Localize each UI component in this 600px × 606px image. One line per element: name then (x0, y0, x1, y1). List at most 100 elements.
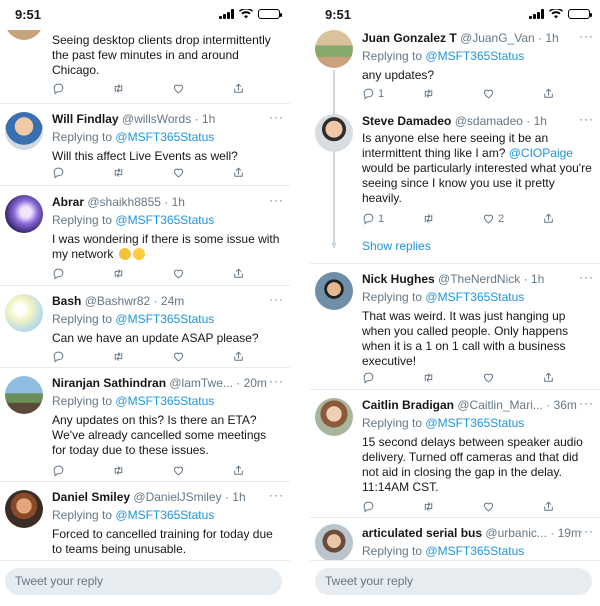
author-handle[interactable]: @urbanic... (485, 526, 547, 540)
author-handle[interactable]: @shaikh8855 (87, 195, 161, 209)
like-button[interactable] (172, 267, 185, 280)
author-handle[interactable]: @Caitlin_Mari... (457, 398, 543, 412)
reply-button[interactable] (52, 464, 65, 477)
author-name[interactable]: Will Findlay (52, 112, 119, 126)
avatar[interactable] (315, 30, 353, 68)
more-icon[interactable]: ··· (269, 488, 284, 502)
more-icon[interactable]: ··· (579, 30, 594, 43)
retweet-button[interactable] (112, 82, 125, 95)
share-button[interactable] (542, 371, 555, 384)
avatar[interactable] (315, 398, 353, 436)
reply-input[interactable]: Tweet your reply (5, 568, 282, 595)
author-handle[interactable]: @TheNerdNick (438, 272, 520, 286)
more-icon[interactable]: ··· (579, 396, 594, 410)
tweet[interactable]: Nick Hughes @TheNerdNick · 1h Replying t… (310, 264, 600, 390)
reply-button[interactable] (52, 350, 65, 363)
retweet-button[interactable] (112, 267, 125, 280)
like-button[interactable] (172, 82, 185, 95)
author-name[interactable]: Caitlin Bradigan (362, 398, 454, 412)
retweet-button[interactable] (112, 350, 125, 363)
more-icon[interactable]: ··· (269, 374, 284, 388)
tweet[interactable]: Daniel Smiley @DanielJSmiley · 1h Replyi… (0, 482, 290, 560)
author-handle[interactable]: @lamTwe... (169, 376, 233, 390)
tweet[interactable]: Abrar @shaikh8855 · 1h Replying to @MSFT… (0, 186, 290, 286)
more-icon[interactable]: ··· (269, 110, 284, 124)
reply-button[interactable] (52, 82, 65, 95)
like-button[interactable] (482, 500, 495, 513)
avatar[interactable] (315, 524, 353, 560)
replying-handle[interactable]: @MSFT365Status (115, 213, 214, 227)
replying-handle[interactable]: @MSFT365Status (115, 312, 214, 326)
like-button[interactable]: 2 (482, 212, 504, 225)
avatar[interactable] (5, 294, 43, 332)
tweet[interactable]: Caitlin Bradigan @Caitlin_Mari... · 36m … (310, 390, 600, 518)
avatar[interactable] (5, 30, 43, 40)
reply-button[interactable] (362, 371, 375, 384)
avatar[interactable] (315, 272, 353, 310)
share-button[interactable] (232, 464, 245, 477)
tweet[interactable]: articulated serial bus @urbanic... · 19m… (310, 518, 600, 560)
author-handle[interactable]: @Bashwr82 (85, 294, 151, 308)
more-icon[interactable]: ··· (579, 112, 594, 126)
reply-button[interactable] (52, 166, 65, 179)
like-button[interactable] (172, 166, 185, 179)
more-icon[interactable]: ··· (269, 292, 284, 306)
tweet[interactable]: Steve Damadeo @sdamadeo · 1h Is anyone e… (310, 106, 600, 230)
replying-handle[interactable]: @MSFT365Status (425, 544, 524, 558)
author-name[interactable]: Daniel Smiley (52, 490, 130, 504)
avatar[interactable] (5, 376, 43, 414)
reply-button[interactable] (362, 500, 375, 513)
share-button[interactable] (232, 166, 245, 179)
share-button[interactable] (232, 350, 245, 363)
author-handle[interactable]: @DanielJSmiley (133, 490, 221, 504)
tweet[interactable]: Juan Gonzalez T @JuanG_Van · 1h Replying… (310, 30, 600, 106)
share-button[interactable] (542, 212, 555, 225)
tweet[interactable]: Niranjan Sathindran @lamTwe... · 20m Rep… (0, 368, 290, 482)
author-name[interactable]: Juan Gonzalez T (362, 31, 457, 45)
like-button[interactable] (172, 350, 185, 363)
author-handle[interactable]: @willsWords (122, 112, 191, 126)
tweet[interactable]: Bash @Bashwr82 · 24m Replying to @MSFT36… (0, 286, 290, 368)
share-button[interactable] (232, 267, 245, 280)
author-name[interactable]: articulated serial bus (362, 526, 482, 540)
retweet-button[interactable] (422, 500, 435, 513)
avatar[interactable] (5, 112, 43, 150)
author-name[interactable]: Nick Hughes (362, 272, 435, 286)
reply-button[interactable]: 1 (362, 212, 384, 225)
author-handle[interactable]: @sdamadeo (455, 114, 523, 128)
show-replies-link[interactable]: Show replies (362, 239, 431, 253)
reply-input[interactable]: Tweet your reply (315, 568, 592, 595)
replying-handle[interactable]: @MSFT365Status (115, 130, 214, 144)
author-name[interactable]: Bash (52, 294, 81, 308)
like-button[interactable] (482, 371, 495, 384)
replying-handle[interactable]: @MSFT365Status (115, 394, 214, 408)
tweet[interactable]: Seeing desktop clients drop intermittent… (0, 30, 290, 104)
more-icon[interactable]: ··· (579, 524, 594, 538)
reply-button[interactable] (52, 267, 65, 280)
author-name[interactable]: Steve Damadeo (362, 114, 451, 128)
replying-handle[interactable]: @MSFT365Status (425, 290, 524, 304)
avatar[interactable] (5, 195, 43, 233)
replying-handle[interactable]: @MSFT365Status (425, 49, 524, 63)
replying-handle[interactable]: @MSFT365Status (425, 416, 524, 430)
reply-button[interactable]: 1 (362, 87, 384, 100)
tweet[interactable]: Will Findlay @willsWords · 1h Replying t… (0, 104, 290, 186)
retweet-button[interactable] (422, 87, 435, 100)
retweet-button[interactable] (112, 166, 125, 179)
like-button[interactable] (172, 464, 185, 477)
share-button[interactable] (542, 87, 555, 100)
share-button[interactable] (232, 82, 245, 95)
replying-handle[interactable]: @MSFT365Status (115, 508, 214, 522)
retweet-button[interactable] (112, 464, 125, 477)
mention-link[interactable]: @CIOPaige (509, 146, 573, 160)
author-name[interactable]: Abrar (52, 195, 84, 209)
retweet-button[interactable] (422, 212, 435, 225)
share-button[interactable] (542, 500, 555, 513)
retweet-button[interactable] (422, 371, 435, 384)
more-icon[interactable]: ··· (269, 193, 284, 207)
like-button[interactable] (482, 87, 495, 100)
author-handle[interactable]: @JuanG_Van (460, 31, 535, 45)
more-icon[interactable]: ··· (579, 270, 594, 284)
avatar[interactable] (315, 114, 353, 152)
avatar[interactable] (5, 490, 43, 528)
